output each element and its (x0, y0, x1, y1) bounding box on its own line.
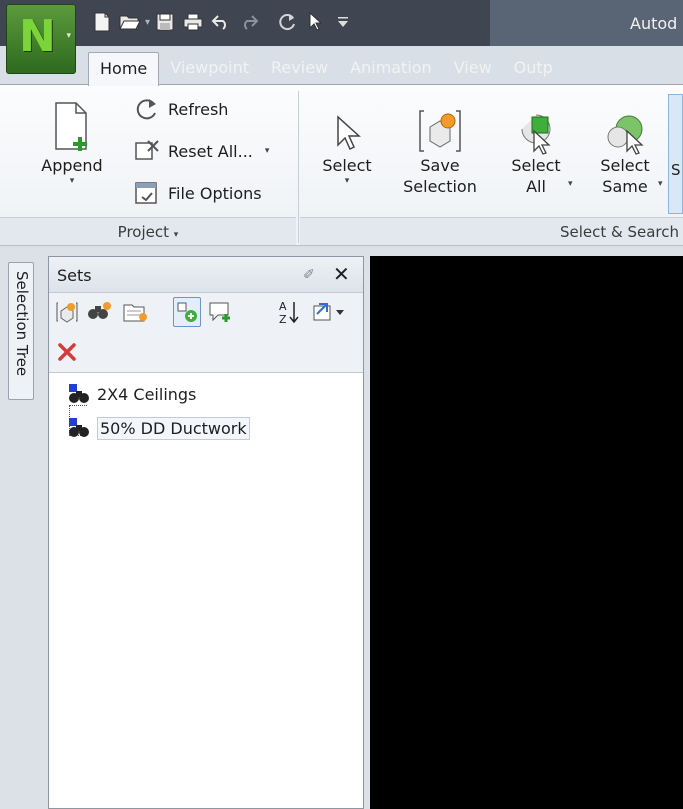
file-options-button[interactable]: File Options (134, 179, 262, 207)
sets-panel: Sets ✐ ✕ AZ 2X4 Ceilings 50% DD Ductwork (48, 256, 364, 809)
select-search-panel-label: Select & Search (559, 223, 679, 241)
select-same-label-2: Same (602, 177, 648, 196)
save-search-icon[interactable] (85, 297, 113, 327)
select-all-label-1: Select (511, 156, 561, 175)
save-selection-icon (394, 93, 486, 155)
refresh-icon[interactable] (273, 8, 301, 36)
tab-animation[interactable]: Animation (339, 52, 443, 84)
refresh-button[interactable]: Refresh (134, 95, 228, 123)
title-bar: ▾ Autod (0, 0, 683, 46)
append-button[interactable]: Append ▾ (30, 93, 114, 186)
select-dropdown-icon: ▾ (344, 176, 350, 186)
tab-output[interactable]: Outp (503, 52, 564, 84)
save-selection-button[interactable]: Save Selection (394, 93, 486, 197)
sets-panel-header: Sets ✐ ✕ (49, 257, 363, 293)
new-file-icon[interactable] (88, 8, 116, 36)
save-icon[interactable] (151, 8, 179, 36)
tab-viewpoint[interactable]: Viewpoint (159, 52, 260, 84)
panel-divider (298, 91, 299, 243)
selection-tree-tab[interactable]: Selection Tree (8, 262, 34, 400)
file-options-icon (135, 182, 157, 204)
reset-all-label: Reset All... (168, 141, 253, 161)
delete-icon[interactable] (53, 337, 81, 367)
save-selection-label-2: Selection (403, 177, 477, 196)
duplicate-icon[interactable] (173, 297, 201, 327)
project-panel-title[interactable]: Project ▾ (0, 217, 296, 245)
select-same-icon (588, 93, 662, 155)
navisworks-logo-icon: N (19, 11, 56, 62)
open-dropdown-icon[interactable]: ▾ (145, 17, 150, 28)
partial-ribbon-button[interactable]: S (668, 94, 683, 214)
sets-panel-title: Sets (57, 266, 92, 285)
select-button[interactable]: Select ▾ (312, 93, 382, 186)
redo-icon[interactable] (235, 8, 263, 36)
append-dropdown-icon: ▾ (69, 176, 75, 186)
refresh-icon (136, 99, 156, 120)
project-panel-dropdown-icon: ▾ (173, 230, 179, 240)
new-folder-icon[interactable] (121, 297, 149, 327)
save-selection-label-1: Save (420, 156, 460, 175)
append-icon (30, 93, 114, 155)
tab-review[interactable]: Review (260, 52, 339, 84)
reset-all-dropdown-icon: ▾ (264, 146, 270, 156)
customize-dropdown-icon[interactable] (329, 8, 357, 36)
select-cursor-icon[interactable] (301, 8, 329, 36)
project-panel-label: Project (117, 223, 169, 241)
print-icon[interactable] (179, 8, 207, 36)
selection-tree-label: Selection Tree (13, 271, 31, 377)
sets-toolbar: AZ (49, 293, 363, 373)
select-label: Select (322, 156, 372, 175)
reset-all-icon (135, 140, 159, 160)
select-all-icon (500, 93, 572, 155)
select-all-dropdown-icon[interactable]: ▾ (568, 179, 573, 189)
select-all-button[interactable]: Select All (500, 93, 572, 197)
ribbon-tabs: Home Viewpoint Review Animation View Out… (88, 52, 564, 86)
add-comment-icon[interactable] (207, 297, 235, 327)
tab-home[interactable]: Home (88, 52, 160, 86)
close-icon[interactable]: ✕ (333, 262, 350, 286)
reset-all-button[interactable]: Reset All... ▾ (134, 137, 269, 165)
file-options-label: File Options (168, 183, 262, 203)
partial-ribbon-label: S (671, 161, 681, 179)
svg-text:A: A (279, 300, 287, 313)
search-set-icon (69, 418, 89, 437)
ribbon-panel: Append ▾ Refresh Reset All... ▾ File Opt… (0, 84, 683, 246)
refresh-label: Refresh (168, 99, 229, 119)
select-search-panel-title[interactable]: Select & Search (300, 217, 683, 245)
save-selection-icon[interactable] (53, 297, 81, 327)
tab-view[interactable]: View (443, 52, 503, 84)
window-title: Autod (630, 14, 678, 33)
svg-text:Z: Z (279, 313, 287, 325)
sort-az-icon[interactable]: AZ (275, 297, 303, 327)
select-same-label-1: Select (600, 156, 650, 175)
select-cursor-icon (312, 93, 382, 155)
set-label: 2X4 Ceilings (97, 384, 197, 404)
quick-access-toolbar: ▾ (88, 8, 357, 36)
list-item[interactable]: 50% DD Ductwork (67, 413, 250, 443)
set-label: 50% DD Ductwork (97, 416, 250, 440)
select-all-label-2: All (526, 177, 546, 196)
list-item[interactable]: 2X4 Ceilings (67, 379, 196, 409)
undo-icon[interactable] (207, 8, 235, 36)
append-label: Append (41, 156, 103, 175)
pin-icon[interactable]: ✐ (303, 267, 315, 283)
3d-viewport[interactable] (370, 256, 683, 809)
select-same-dropdown-icon[interactable]: ▾ (658, 179, 663, 189)
app-menu-dropdown-icon: ▾ (66, 31, 71, 41)
application-menu-button[interactable]: N ▾ (6, 4, 76, 74)
open-folder-icon[interactable] (116, 8, 144, 36)
import-export-icon[interactable] (309, 297, 349, 327)
select-same-button[interactable]: Select Same (588, 93, 662, 197)
search-set-icon (69, 384, 89, 403)
